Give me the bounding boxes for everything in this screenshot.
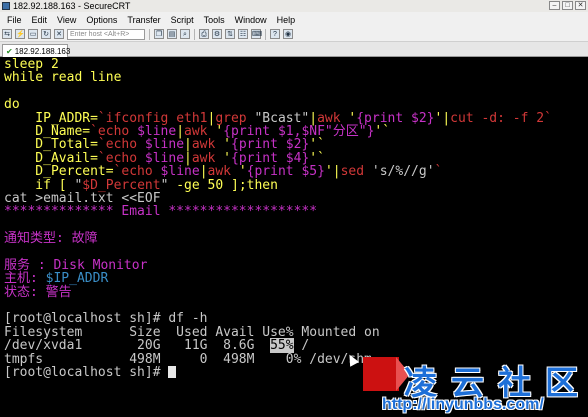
securecrt-app-icon <box>2 2 10 10</box>
menu-bar: File Edit View Options Transfer Script T… <box>0 12 588 27</box>
print-icon[interactable]: ⎙ <box>199 29 209 39</box>
terminal-line: D_Name=`echo $line|awk '{print $1,$NF"分区… <box>4 125 588 138</box>
session-tab-strip: ✔ 182.92.188.163 <box>0 42 588 57</box>
terminal-segment: [root@localhost sh]# <box>4 364 169 380</box>
session-tab[interactable]: ✔ 182.92.188.163 <box>2 44 71 57</box>
terminal-segment: '` <box>374 123 391 139</box>
toolbar: ⇆ ⚡ ▭ ↻ ✕ Enter host <Alt+R> ❐ ▤ ⌕ ⎙ ⚙ ⇅… <box>0 27 588 42</box>
menu-window[interactable]: Window <box>230 15 272 25</box>
sftp-icon[interactable]: ⇅ <box>225 29 235 39</box>
terminal-segment: -ge 50 ];then <box>168 177 278 193</box>
toolbar-separator <box>265 28 266 40</box>
close-button[interactable]: ✕ <box>575 1 586 10</box>
menu-script[interactable]: Script <box>166 15 199 25</box>
terminal-line: sleep 2 <box>4 58 588 71</box>
terminal-line: if [ "$D_Percent" -ge 50 ];then <box>4 177 588 193</box>
connected-check-icon: ✔ <box>6 46 13 56</box>
find-icon[interactable]: ⌕ <box>180 29 190 39</box>
terminal-cursor <box>168 365 177 378</box>
terminal-line: ************** Email ******************* <box>4 205 588 218</box>
toolbar-separator <box>194 28 195 40</box>
terminal-line: Filesystem Size Used Avail Use% Mounted … <box>4 326 588 339</box>
watermark-url: http://linyunbbs.com/ <box>382 396 544 413</box>
window-title: 182.92.188.163 - SecureCRT <box>13 1 131 11</box>
menu-view[interactable]: View <box>52 15 81 25</box>
terminal-line: 通知类型: 故障 <box>4 232 588 245</box>
keymap-icon[interactable]: ⌨ <box>251 29 262 39</box>
terminal-segment: 状态: 警告 <box>4 284 72 300</box>
terminal-line: 状态: 警告 <box>4 284 588 300</box>
toolbar-separator <box>149 28 150 40</box>
menu-transfer[interactable]: Transfer <box>122 15 165 25</box>
terminal-line: D_Avail=`echo $line|awk '{print $4}'` <box>4 152 588 165</box>
settings-icon[interactable]: ⚙ <box>212 29 222 39</box>
window-controls: – □ ✕ <box>549 1 586 10</box>
terminal-segment: | <box>442 110 451 126</box>
terminal-line: IP_ADDR=`ifconfig eth1|grep "Bcast"|awk … <box>4 110 588 126</box>
terminal-line: /dev/xvda1 20G 11G 8.6G 55% / <box>4 338 588 354</box>
minimize-button[interactable]: – <box>549 1 560 10</box>
terminal-line: [root@localhost sh]# df -h <box>4 312 588 325</box>
copy-icon[interactable]: ❐ <box>154 29 164 39</box>
about-icon[interactable]: ◉ <box>283 29 293 39</box>
session-tab-label: 182.92.188.163 <box>14 46 71 56</box>
terminal-line: D_Total=`echo $line|awk '{print $2}'` <box>4 138 588 151</box>
help-icon[interactable]: ? <box>270 29 280 39</box>
terminal-segment: ` <box>434 164 443 180</box>
terminal-line: cat >email.txt <<EOF <box>4 192 588 205</box>
menu-file[interactable]: File <box>2 15 27 25</box>
terminal-line: 服务 : Disk Monitor <box>4 259 588 272</box>
terminal-segment: cut -d: -f 2` <box>450 110 552 126</box>
menu-options[interactable]: Options <box>81 15 122 25</box>
terminal-segment: 's/%//g' <box>371 164 435 180</box>
terminal-segment: ' <box>324 164 333 180</box>
watermark: 凌云社区 http://linyunbbs.com/ <box>360 354 588 417</box>
paste-icon[interactable]: ▤ <box>167 29 177 39</box>
terminal-line: D_Percent=`echo $line|awk '{print $5}'|s… <box>4 165 588 178</box>
terminal-segment: ************** Email ******************* <box>4 204 318 220</box>
quick-connect-icon[interactable]: ⚡ <box>15 29 25 39</box>
terminal-line: while read line <box>4 71 588 84</box>
watermark-logo-square <box>363 357 399 391</box>
maximize-button[interactable]: □ <box>562 1 573 10</box>
terminal-segment: sed <box>340 164 372 180</box>
options-icon[interactable]: ☷ <box>238 29 248 39</box>
connect-tab-icon[interactable]: ▭ <box>28 29 38 39</box>
terminal-segment: | <box>332 164 341 180</box>
menu-edit[interactable]: Edit <box>27 15 53 25</box>
terminal-line: do <box>4 98 588 111</box>
connect-icon[interactable]: ⇆ <box>2 29 12 39</box>
terminal-segment: 通知类型: 故障 <box>4 231 98 247</box>
title-bar: 182.92.188.163 - SecureCRT – □ ✕ <box>0 0 588 12</box>
reconnect-icon[interactable]: ↻ <box>41 29 51 39</box>
menu-tools[interactable]: Tools <box>199 15 230 25</box>
terminal-segment: while read line <box>4 70 122 86</box>
terminal-line: 主机: $IP_ADDR <box>4 272 588 285</box>
menu-help[interactable]: Help <box>272 15 301 25</box>
enter-host-input[interactable]: Enter host <Alt+R> <box>67 28 145 40</box>
disconnect-icon[interactable]: ✕ <box>54 29 64 39</box>
